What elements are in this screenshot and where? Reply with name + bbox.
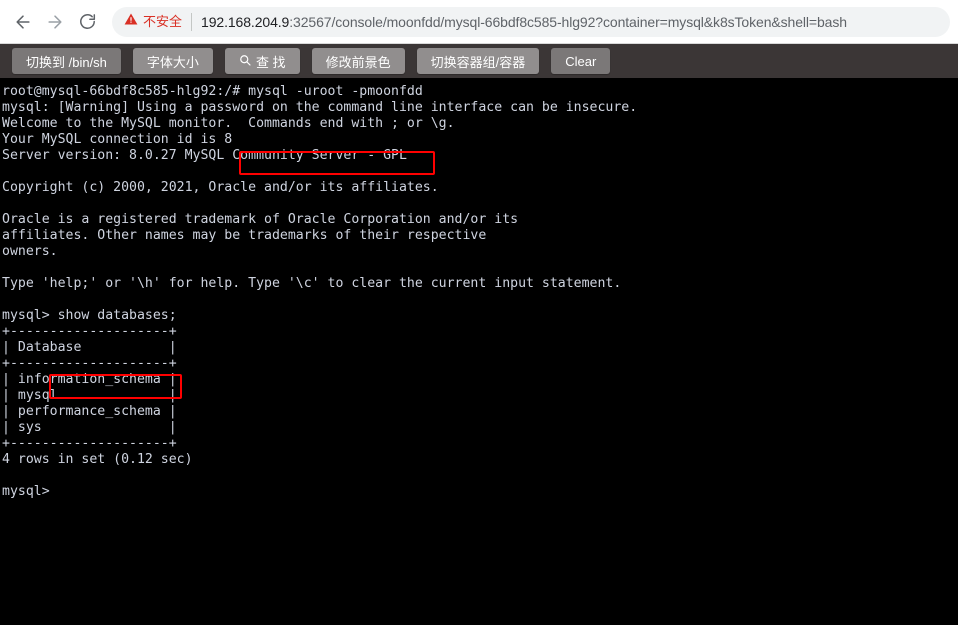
terminal-line: mysql> show databases; [2, 308, 177, 323]
switch-shell-label: 切换到 /bin/sh [26, 54, 107, 70]
arrow-left-icon [13, 12, 33, 32]
foreground-color-label: 修改前景色 [325, 54, 391, 70]
url-host: 192.168.204.9 [201, 13, 290, 30]
forward-button[interactable] [40, 7, 70, 37]
terminal-line: | information_schema | [2, 372, 177, 387]
terminal-line: +--------------------+ [2, 436, 177, 451]
url-text: 192.168.204.9:32567/console/moonfdd/mysq… [201, 14, 847, 30]
security-label: 不安全 [143, 13, 183, 29]
terminal-line: +--------------------+ [2, 356, 177, 371]
terminal-line: 4 rows in set (0.12 sec) [2, 452, 193, 467]
terminal-line: mysql> [2, 484, 50, 499]
find-button[interactable]: 查 找 [224, 48, 300, 74]
arrow-right-icon [45, 12, 65, 32]
terminal-line: affiliates. Other names may be trademark… [2, 228, 487, 243]
terminal-line: | performance_schema | [2, 404, 177, 419]
font-size-button[interactable]: 字体大小 [132, 48, 213, 74]
terminal-line: Welcome to the MySQL monitor. Commands e… [2, 116, 455, 131]
terminal-line: owners. [2, 244, 58, 259]
clear-label: Clear [565, 53, 597, 69]
back-button[interactable] [8, 7, 38, 37]
url-path: :32567/console/moonfdd/mysql-66bdf8c585-… [289, 13, 847, 30]
font-size-label: 字体大小 [146, 54, 199, 70]
search-icon [239, 54, 251, 69]
terminal-line: +--------------------+ [2, 324, 177, 339]
terminal-line-list: root@mysql-66bdf8c585-hlg92:/# mysql -ur… [2, 84, 958, 500]
terminal-line: | mysql | [2, 388, 177, 403]
terminal-line: mysql: [Warning] Using a password on the… [2, 100, 638, 115]
address-bar[interactable]: 不安全 192.168.204.9:32567/console/moonfdd/… [112, 6, 950, 37]
terminal-line: Server version: 8.0.27 MySQL Community S… [2, 148, 407, 163]
warning-triangle-icon [124, 12, 138, 31]
terminal-line: Copyright (c) 2000, 2021, Oracle and/or … [2, 180, 439, 195]
terminal-line: Oracle is a registered trademark of Orac… [2, 212, 519, 227]
find-label: 查 找 [255, 54, 286, 70]
foreground-color-button[interactable]: 修改前景色 [311, 48, 405, 74]
terminal-line: | Database | [2, 340, 177, 355]
switch-container-button[interactable]: 切换容器组/容器 [416, 48, 540, 74]
switch-shell-button[interactable]: 切换到 /bin/sh [12, 48, 121, 74]
browser-chrome: 不安全 192.168.204.9:32567/console/moonfdd/… [0, 0, 958, 44]
reload-button[interactable] [72, 7, 102, 37]
terminal-line: Type 'help;' or '\h' for help. Type '\c'… [2, 276, 622, 291]
clear-button[interactable]: Clear [551, 48, 611, 74]
terminal-output[interactable]: root@mysql-66bdf8c585-hlg92:/# mysql -ur… [0, 78, 958, 625]
security-chip[interactable]: 不安全 [124, 12, 193, 31]
console-toolbar: 切换到 /bin/sh 字体大小 查 找 修改前景色 切换容器组/容器 Clea… [0, 44, 958, 78]
switch-container-label: 切换容器组/容器 [430, 54, 526, 70]
terminal-line: Your MySQL connection id is 8 [2, 132, 233, 147]
terminal-line: root@mysql-66bdf8c585-hlg92:/# mysql -ur… [2, 84, 423, 99]
reload-icon [78, 12, 97, 31]
terminal-line: | sys | [2, 420, 177, 435]
